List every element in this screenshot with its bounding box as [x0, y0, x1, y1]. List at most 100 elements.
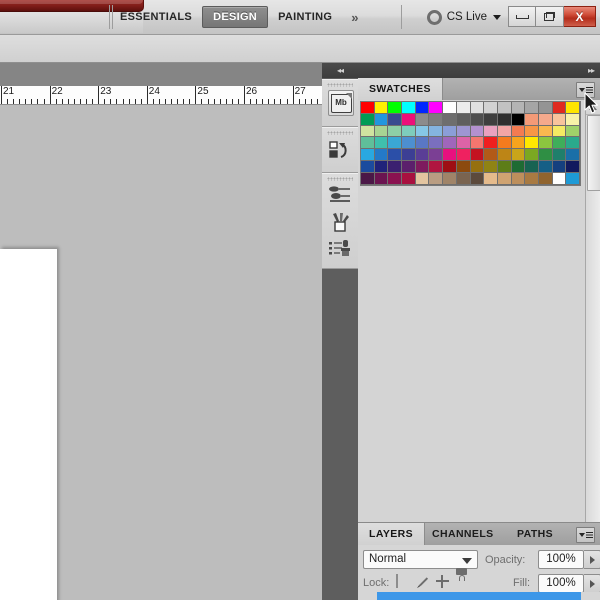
fill-input[interactable]: 100% — [538, 574, 584, 593]
color-swatch[interactable] — [374, 137, 389, 150]
color-swatch[interactable] — [429, 160, 444, 173]
color-swatch[interactable] — [388, 102, 403, 114]
restore-button[interactable] — [536, 6, 564, 27]
tool-presets-icon[interactable] — [328, 236, 352, 260]
color-swatch[interactable] — [525, 149, 539, 161]
color-swatch[interactable] — [484, 102, 498, 114]
color-swatch[interactable] — [484, 160, 498, 173]
lock-all-icon[interactable] — [456, 568, 471, 590]
color-swatch[interactable] — [566, 137, 580, 150]
color-swatch[interactable] — [361, 102, 375, 114]
color-swatch[interactable] — [552, 113, 567, 126]
workspace-tab-design[interactable]: DESIGN — [202, 6, 269, 28]
color-swatch[interactable] — [525, 160, 539, 173]
layers-panel-menu-icon[interactable] — [576, 527, 595, 543]
more-workspaces-icon[interactable]: » — [342, 10, 365, 25]
color-swatch[interactable] — [552, 137, 567, 150]
scrollbar-thumb[interactable] — [587, 115, 600, 191]
blend-mode-select[interactable]: Normal — [363, 550, 478, 569]
right-dock-expand-button[interactable]: ▸▸ — [358, 63, 600, 78]
color-swatch[interactable] — [484, 125, 498, 138]
color-swatch[interactable] — [388, 160, 403, 173]
color-swatch[interactable] — [374, 125, 389, 138]
opacity-input[interactable]: 100% — [538, 550, 584, 569]
color-swatch[interactable] — [470, 137, 485, 150]
opacity-stepper[interactable] — [584, 550, 600, 569]
workspace-tab-essentials[interactable]: ESSENTIALS — [110, 6, 202, 28]
swatch-grid[interactable] — [360, 101, 581, 186]
color-swatch[interactable] — [566, 149, 580, 161]
color-swatch[interactable] — [429, 102, 444, 114]
tab-swatches[interactable]: SWATCHES — [358, 78, 443, 100]
color-swatch[interactable] — [525, 137, 539, 150]
color-swatch[interactable] — [443, 125, 457, 138]
color-swatch[interactable] — [443, 149, 457, 161]
dock-grip-3[interactable] — [327, 177, 353, 181]
horizontal-ruler[interactable]: 21 22 23 24 25 26 27 — [0, 86, 322, 105]
color-swatch[interactable] — [415, 172, 430, 185]
color-swatch[interactable] — [538, 172, 553, 185]
swatches-scrollbar[interactable] — [585, 100, 600, 574]
color-swatch[interactable] — [511, 172, 526, 185]
color-swatch[interactable] — [497, 113, 512, 126]
color-swatch[interactable] — [456, 149, 471, 161]
workspace-tab-painting[interactable]: PAINTING — [268, 6, 342, 28]
tab-channels[interactable]: CHANNELS — [421, 523, 505, 545]
lock-transparent-pixels-icon[interactable] — [396, 574, 411, 590]
history-icon[interactable] — [328, 138, 352, 162]
color-swatch[interactable] — [374, 102, 389, 114]
color-swatch[interactable] — [429, 113, 444, 126]
color-swatch[interactable] — [402, 102, 416, 114]
color-swatch[interactable] — [470, 160, 485, 173]
fill-stepper[interactable] — [584, 574, 600, 593]
swatches-panel-menu-icon[interactable] — [576, 82, 595, 98]
tab-paths[interactable]: PATHS — [506, 523, 564, 545]
color-swatch[interactable] — [484, 113, 498, 126]
color-swatch[interactable] — [415, 102, 430, 114]
color-swatch[interactable] — [566, 113, 580, 126]
color-swatch[interactable] — [402, 113, 416, 126]
brush-tool-icon[interactable] — [328, 210, 352, 234]
color-swatch[interactable] — [538, 113, 553, 126]
color-swatch[interactable] — [525, 125, 539, 138]
color-swatch[interactable] — [484, 137, 498, 150]
color-swatch[interactable] — [388, 149, 403, 161]
color-swatch[interactable] — [484, 172, 498, 185]
color-swatch[interactable] — [415, 160, 430, 173]
color-swatch[interactable] — [361, 149, 375, 161]
selected-layer-highlight[interactable] — [377, 592, 581, 600]
color-swatch[interactable] — [538, 149, 553, 161]
color-swatch[interactable] — [361, 113, 375, 126]
color-swatch[interactable] — [415, 125, 430, 138]
color-swatch[interactable] — [538, 102, 553, 114]
color-swatch[interactable] — [429, 125, 444, 138]
color-swatch[interactable] — [552, 160, 567, 173]
color-swatch[interactable] — [538, 137, 553, 150]
color-swatch[interactable] — [429, 172, 444, 185]
color-swatch[interactable] — [552, 172, 567, 185]
scroll-up-icon[interactable] — [586, 100, 600, 115]
color-swatch[interactable] — [497, 125, 512, 138]
color-swatch[interactable] — [402, 172, 416, 185]
dock-grip-2[interactable] — [327, 131, 353, 135]
color-swatch[interactable] — [456, 102, 471, 114]
color-swatch[interactable] — [402, 149, 416, 161]
color-swatch[interactable] — [525, 102, 539, 114]
color-swatch[interactable] — [402, 137, 416, 150]
cs-live-menu[interactable]: CS Live — [426, 0, 501, 34]
color-swatch[interactable] — [566, 125, 580, 138]
color-swatch[interactable] — [388, 172, 403, 185]
color-swatch[interactable] — [415, 137, 430, 150]
color-swatch[interactable] — [470, 102, 485, 114]
minimize-button[interactable] — [508, 6, 536, 27]
color-swatch[interactable] — [511, 125, 526, 138]
color-swatch[interactable] — [443, 102, 457, 114]
color-swatch[interactable] — [415, 149, 430, 161]
color-swatch[interactable] — [552, 125, 567, 138]
document-canvas[interactable] — [0, 249, 57, 600]
color-swatch[interactable] — [443, 160, 457, 173]
color-swatch[interactable] — [484, 149, 498, 161]
lock-image-pixels-icon[interactable] — [416, 575, 431, 590]
color-swatch[interactable] — [470, 172, 485, 185]
color-swatch[interactable] — [497, 172, 512, 185]
